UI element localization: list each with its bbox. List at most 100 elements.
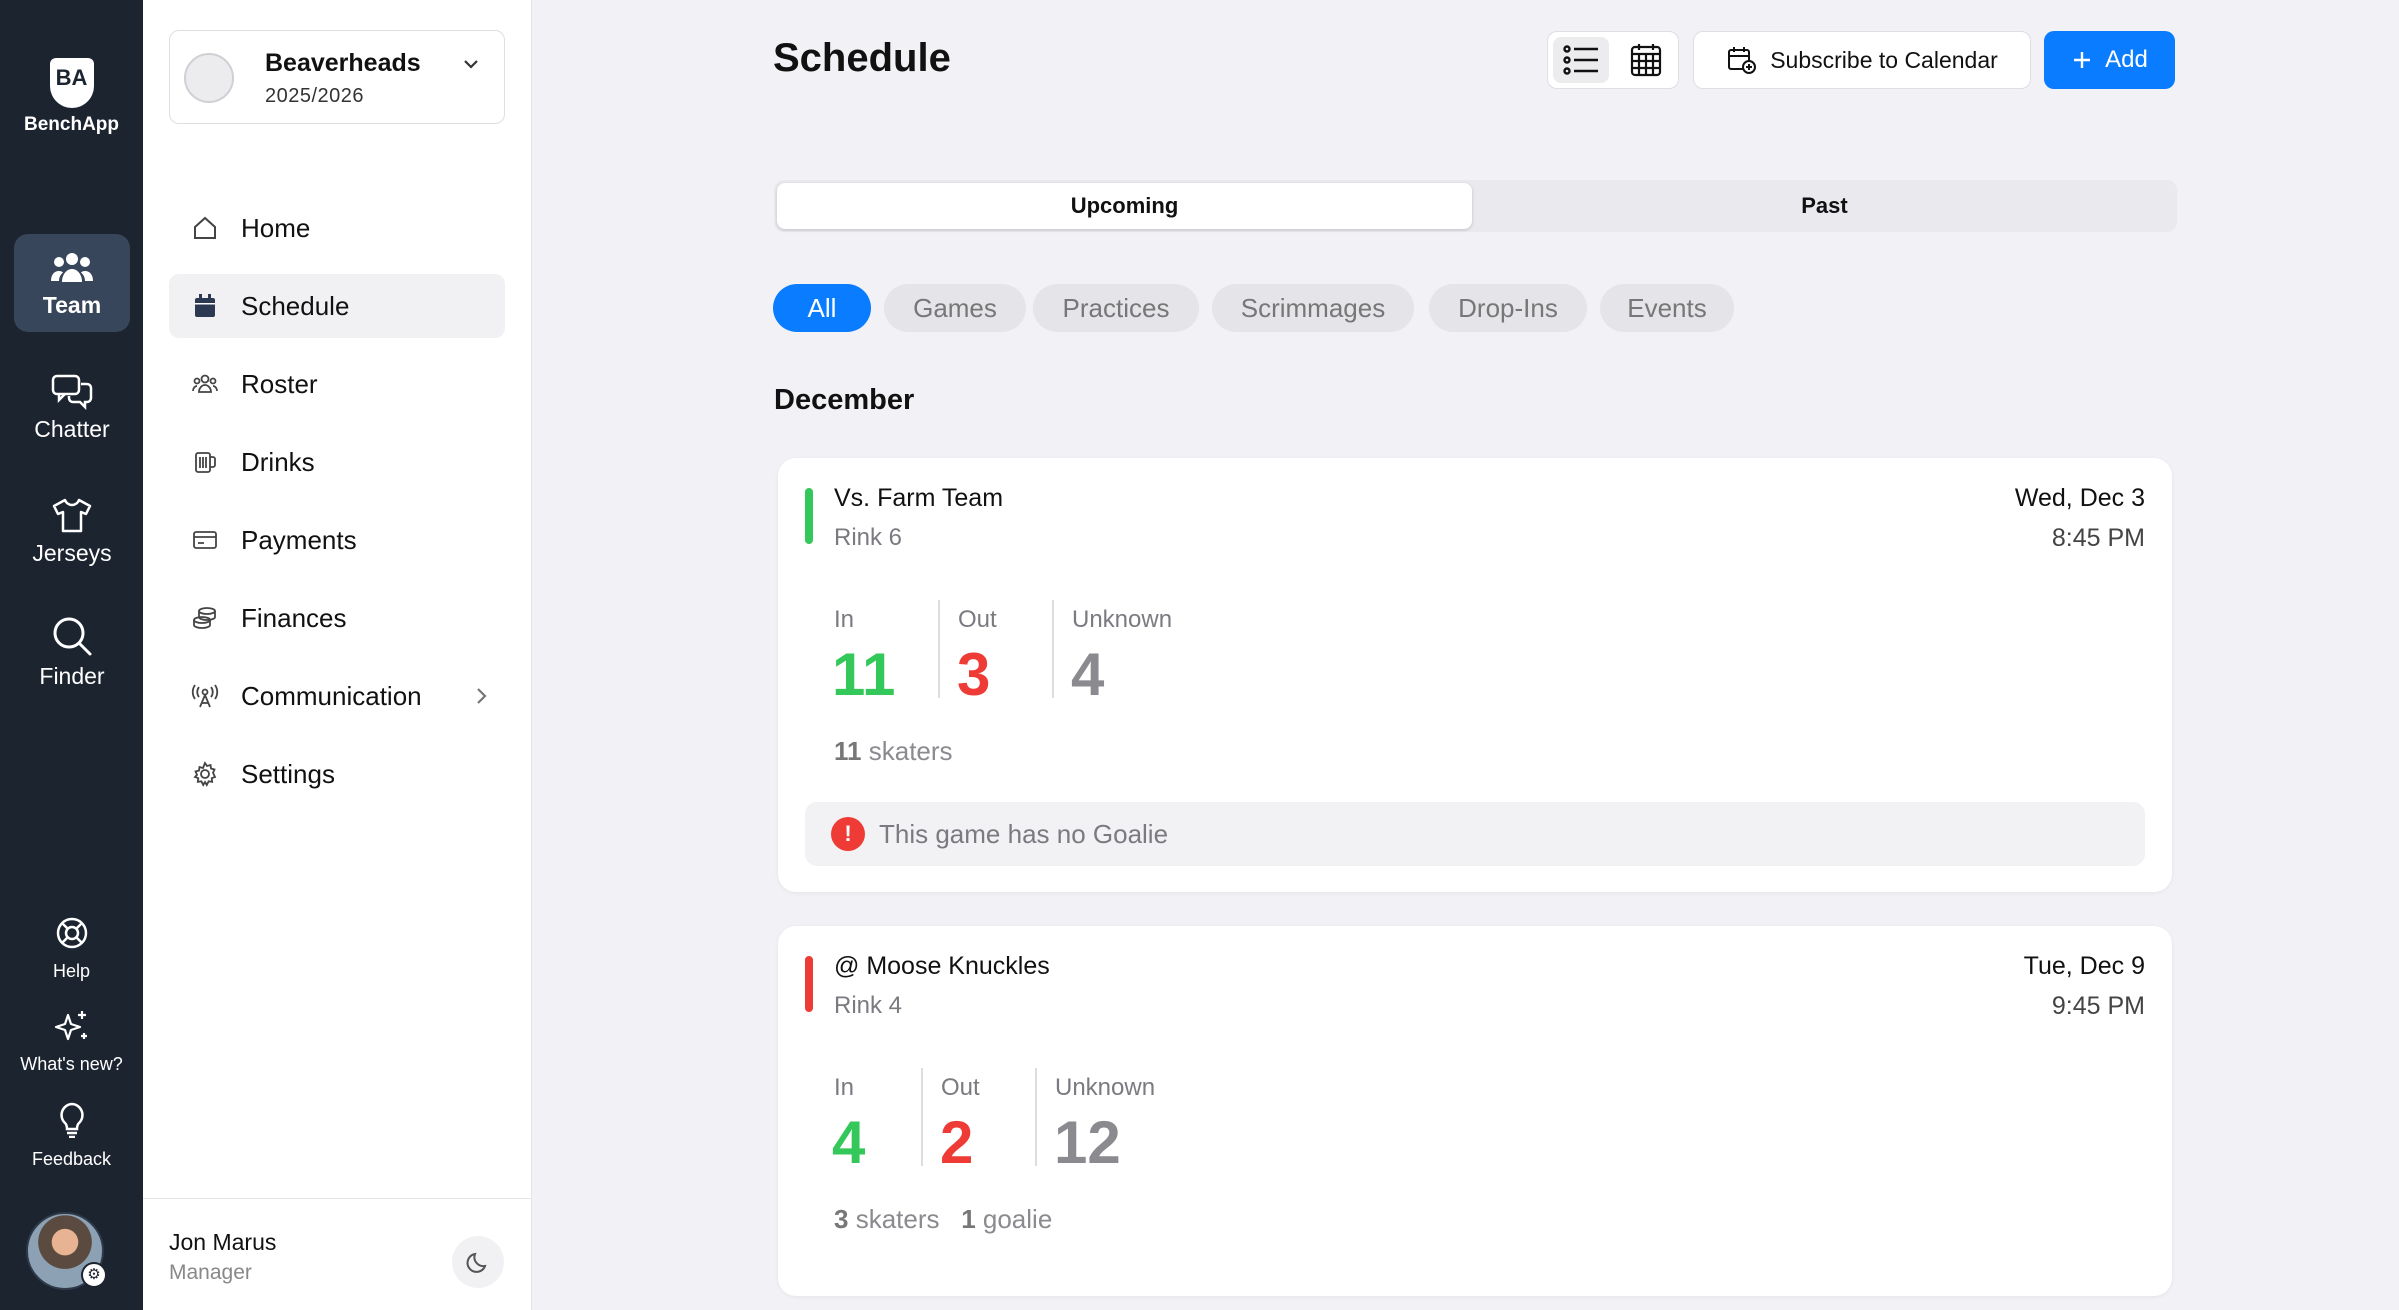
nav-item-roster[interactable]: Roster (169, 352, 505, 416)
alert-icon: ! (831, 817, 865, 851)
filter-all[interactable]: All (773, 284, 871, 332)
goalies-label: goalie (982, 1204, 1053, 1234)
event-date: Tue, Dec 9 (2023, 952, 2145, 980)
event-time: 8:45 PM (2051, 524, 2145, 552)
nav-label-payments: Payments (241, 524, 357, 555)
rail-feedback[interactable]: Feedback (0, 1102, 143, 1170)
filter-events[interactable]: Events (1600, 284, 1734, 332)
event-card[interactable]: Vs. Farm Team Rink 6 Wed, Dec 3 8:45 PM … (778, 458, 2172, 892)
calendar-icon (169, 292, 241, 320)
rail-item-finder[interactable]: Finder (14, 605, 130, 703)
skaters-count: 3 (834, 1204, 849, 1234)
unknown-count: 4 (1071, 641, 1105, 708)
event-card[interactable]: @ Moose Knuckles Rink 4 Tue, Dec 9 9:45 … (778, 926, 2172, 1296)
gear-icon (169, 760, 241, 788)
out-count: 3 (957, 641, 991, 708)
event-opponent: Vs. Farm Team (834, 484, 1004, 512)
rail-item-team[interactable]: Team (14, 234, 130, 332)
filter-games[interactable]: Games (884, 284, 1026, 332)
rail-whats-new[interactable]: What's new? (0, 1009, 143, 1075)
nav-item-payments[interactable]: Payments (169, 508, 505, 572)
in-label: In (834, 1074, 855, 1101)
no-goalie-warning: ! This game has no Goalie (805, 802, 2145, 866)
tab-upcoming[interactable]: Upcoming (777, 183, 1472, 229)
event-date: Wed, Dec 3 (2014, 484, 2145, 512)
tab-past[interactable]: Past (1477, 183, 2172, 229)
beer-icon (169, 448, 241, 476)
event-time: 9:45 PM (2051, 992, 2145, 1020)
card-icon (169, 526, 241, 554)
list-view-button[interactable] (1553, 37, 1609, 83)
team-icon (14, 234, 130, 286)
nav-label-schedule: Schedule (241, 290, 350, 321)
chevron-right-icon (477, 688, 487, 704)
coins-icon (169, 604, 241, 632)
sidebar: Beaverheads 2025/2026 Home Schedule Rost… (143, 0, 532, 1310)
nav-label-drinks: Drinks (241, 446, 315, 477)
view-toggle (1547, 31, 1679, 89)
plus-icon (2074, 52, 2091, 68)
benchapp-logo[interactable]: BA BenchApp (0, 58, 143, 136)
nav-label-roster: Roster (241, 368, 318, 399)
rail-item-jerseys[interactable]: Jerseys (14, 482, 130, 580)
stat-divider (921, 1068, 923, 1166)
event-status-bar (805, 956, 813, 1012)
team-name: Beaverheads (265, 49, 421, 77)
filter-practices[interactable]: Practices (1033, 284, 1199, 332)
page-title: Schedule (773, 36, 951, 80)
calendar-view-button[interactable] (1618, 37, 1674, 83)
nav-label-settings: Settings (241, 758, 335, 789)
event-opponent: @ Moose Knuckles (834, 952, 1050, 980)
rail-label-chatter: Chatter (34, 416, 110, 442)
add-label: Add (2105, 46, 2148, 73)
skaters-summary: 11 skaters (834, 736, 953, 767)
user-footer: Jon Marus Manager (143, 1198, 532, 1310)
team-switcher[interactable]: Beaverheads 2025/2026 (169, 30, 505, 124)
filter-drop-ins[interactable]: Drop-Ins (1429, 284, 1587, 332)
in-label: In (834, 606, 855, 633)
nav-item-schedule[interactable]: Schedule (169, 274, 505, 338)
home-icon (169, 214, 241, 242)
event-rink: Rink 6 (834, 524, 903, 551)
nav-label-finances: Finances (241, 602, 347, 633)
nav-item-drinks[interactable]: Drinks (169, 430, 505, 494)
sparkle-icon (54, 1011, 87, 1041)
jersey-icon (14, 482, 130, 534)
avatar-settings-icon[interactable]: ⚙ (81, 1262, 107, 1288)
time-segmented-control: Upcoming Past (774, 180, 2177, 232)
chevron-down-icon (464, 60, 478, 69)
calendar-grid-icon (1630, 44, 1662, 77)
nav-item-communication[interactable]: Communication (169, 664, 505, 728)
add-button[interactable]: Add (2044, 31, 2175, 89)
event-rink: Rink 4 (834, 992, 903, 1019)
subscribe-label: Subscribe to Calendar (1770, 46, 1998, 73)
skaters-label: skaters (855, 1204, 940, 1234)
roster-summary: 3 skaters 1 goalie (834, 1204, 1052, 1235)
list-icon (1563, 45, 1598, 75)
month-heading: December (774, 384, 915, 416)
team-season: 2025/2026 (265, 85, 365, 107)
rail-item-chatter[interactable]: Chatter (14, 358, 130, 456)
nav-item-finances[interactable]: Finances (169, 586, 505, 650)
skaters-label: skaters (868, 736, 953, 766)
event-status-bar (805, 488, 813, 544)
app-rail: BA BenchApp Team Chatter Jerseys Finder … (0, 0, 143, 1310)
subscribe-calendar-button[interactable]: Subscribe to Calendar (1693, 31, 2031, 89)
nav-item-settings[interactable]: Settings (169, 742, 505, 806)
broadcast-icon (169, 682, 241, 710)
nav-item-home[interactable]: Home (169, 196, 505, 260)
out-label: Out (941, 1074, 980, 1101)
logo-name: BenchApp (24, 114, 119, 135)
in-count: 4 (832, 1109, 866, 1176)
user-name: Jon Marus (169, 1229, 277, 1255)
filter-scrimmages[interactable]: Scrimmages (1212, 284, 1414, 332)
rail-help[interactable]: Help (0, 916, 143, 982)
search-icon (14, 605, 130, 657)
stat-divider (938, 600, 940, 698)
theme-toggle-button[interactable] (452, 1236, 504, 1288)
team-logo-icon (184, 53, 234, 103)
rail-label-team: Team (42, 292, 102, 318)
rail-label-jerseys: Jerseys (32, 540, 112, 566)
chat-icon (14, 358, 130, 410)
logo-mark: BA (49, 58, 94, 108)
